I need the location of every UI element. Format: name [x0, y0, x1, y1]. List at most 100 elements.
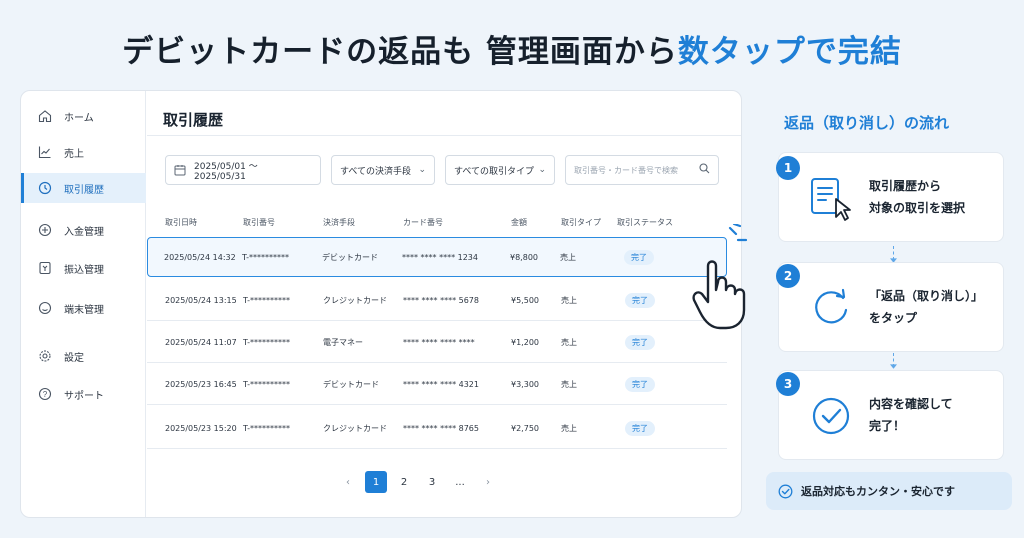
step-card-3: 内容を確認して 完了！: [778, 370, 1004, 460]
headline: デビットカードの返品も 管理画面から数タップで完結: [0, 26, 1024, 71]
step-line: 「返品（取り消し）」: [869, 289, 984, 303]
home-icon: [37, 109, 52, 124]
cell-card: **** **** **** 8765: [403, 424, 479, 433]
cell-type: 売上: [561, 296, 577, 305]
column-header: 取引番号: [243, 218, 275, 227]
step-text: 取引履歴から 対象の取引を選択: [869, 175, 965, 219]
transfer-icon: [37, 261, 52, 276]
step-card-1: 取引履歴から 対象の取引を選択: [778, 152, 1004, 242]
table-row[interactable]: 2025/05/23 16:45 T-********** デビットカード **…: [147, 365, 727, 405]
step-number: 3: [776, 372, 800, 396]
main-content: 取引履歴 2025/05/01 ～ 2025/05/31 すべての決済手段 ⌄ …: [147, 91, 741, 517]
headline-accent: 数タップで完結: [677, 34, 902, 70]
check-circle-icon: [809, 394, 851, 436]
page-button-2[interactable]: 2: [393, 471, 415, 493]
step-number: 1: [776, 156, 800, 180]
prev-page-button[interactable]: ‹: [337, 471, 359, 493]
cell-id: T-**********: [243, 296, 291, 305]
terminal-icon: [37, 301, 52, 316]
check-circle-icon: [778, 484, 793, 499]
document-cursor-icon: [809, 176, 851, 221]
table-row-selected[interactable]: 2025/05/24 14:32 T-********** デビットカード **…: [147, 237, 727, 277]
status-badge: 完了: [624, 249, 654, 265]
page-title: 取引履歴: [163, 111, 224, 129]
search-icon: [699, 163, 710, 177]
table-row[interactable]: 2025/05/24 11:07 T-********** 電子マネー ****…: [147, 323, 727, 363]
arrow-down-icon: [890, 364, 897, 369]
cell-amount: ¥1,200: [511, 338, 539, 347]
payment-method-value: すべての決済手段: [340, 166, 412, 177]
headline-prefix: デビットカードの返品も 管理画面から: [122, 34, 678, 70]
cell-datetime: 2025/05/23 16:45: [165, 380, 237, 389]
history-icon: [37, 181, 52, 196]
cell-amount: ¥3,300: [511, 380, 539, 389]
step-line: 完了！: [869, 419, 906, 433]
cell-amount: ¥2,750: [511, 424, 539, 433]
step-number: 2: [776, 264, 800, 288]
cell-id: T-**********: [243, 380, 291, 389]
sidebar-item-support[interactable]: ? サポート: [21, 379, 146, 409]
cell-datetime: 2025/05/23 15:20: [165, 424, 237, 433]
transaction-type-value: すべての取引タイプ: [454, 166, 535, 177]
search-placeholder: 取引番号・カード番号で検索: [574, 165, 678, 175]
column-header: 取引日時: [165, 218, 197, 227]
chart-line-icon: [37, 145, 52, 160]
sidebar-item-home[interactable]: ホーム: [21, 101, 146, 131]
sidebar-item-label: 入金管理: [64, 226, 104, 238]
status-badge: 完了: [625, 421, 655, 436]
sidebar-item-label: サポート: [64, 390, 104, 402]
cell-id: T-**********: [243, 424, 291, 433]
chevron-down-icon: ⌄: [418, 165, 426, 175]
search-input[interactable]: 取引番号・カード番号で検索: [565, 155, 719, 185]
sidebar: ホーム 売上 取引履歴 入金管理 振込管理 端末管理 設定 ? サポート: [21, 91, 146, 517]
page-button-1[interactable]: 1: [365, 471, 387, 493]
cell-id: T-**********: [242, 252, 290, 262]
step-card-2: 「返品（取り消し）」 をタップ: [778, 262, 1004, 352]
gear-icon: [37, 349, 52, 364]
pagination: ‹ 1 2 3 ... ›: [337, 471, 505, 493]
help-icon: ?: [37, 387, 52, 402]
sidebar-item-label: ホーム: [64, 112, 94, 124]
transaction-type-select[interactable]: すべての取引タイプ ⌄: [445, 155, 555, 185]
payment-method-select[interactable]: すべての決済手段 ⌄: [331, 155, 435, 185]
sidebar-item-label: 振込管理: [64, 264, 104, 276]
cell-amount: ¥5,500: [511, 296, 539, 305]
page-ellipsis: ...: [455, 476, 465, 488]
date-range-filter[interactable]: 2025/05/01 ～ 2025/05/31: [165, 155, 321, 185]
sidebar-item-settings[interactable]: 設定: [21, 341, 146, 371]
reassurance-banner: 返品対応もカンタン・安心です: [766, 472, 1012, 510]
sidebar-item-history[interactable]: 取引履歴: [21, 173, 146, 203]
column-header: 金額: [511, 218, 527, 227]
cell-id: T-**********: [243, 338, 291, 347]
sidebar-item-label: 端末管理: [64, 304, 104, 316]
step-line: 対象の取引を選択: [869, 201, 966, 215]
sidebar-item-deposit[interactable]: 入金管理: [21, 215, 146, 245]
step-text: 内容を確認して 完了！: [869, 393, 953, 437]
calendar-icon: [174, 164, 186, 176]
cell-datetime: 2025/05/24 11:07: [165, 338, 237, 347]
cell-method: クレジットカード: [323, 424, 387, 433]
step-line: 内容を確認して: [869, 397, 953, 411]
sidebar-item-sales[interactable]: 売上: [21, 137, 146, 167]
table-row[interactable]: 2025/05/24 13:15 T-********** クレジットカード *…: [147, 281, 727, 321]
cell-card: **** **** **** ****: [403, 338, 475, 347]
next-page-button[interactable]: ›: [477, 471, 499, 493]
title-divider: [147, 135, 741, 136]
sidebar-item-transfer[interactable]: 振込管理: [21, 253, 146, 283]
cell-type: 売上: [561, 424, 577, 433]
cell-card: **** **** **** 1234: [402, 252, 478, 262]
cell-method: 電子マネー: [323, 338, 363, 347]
table-row[interactable]: 2025/05/23 15:20 T-********** クレジットカード *…: [147, 409, 727, 449]
tap-hand-icon: [690, 222, 756, 338]
cell-method: デビットカード: [322, 252, 378, 262]
cell-datetime: 2025/05/24 14:32: [164, 252, 236, 262]
column-header: カード番号: [403, 218, 443, 227]
step-line: 取引履歴から: [869, 179, 942, 193]
page-button-3[interactable]: 3: [421, 471, 443, 493]
column-header: 取引タイプ: [561, 218, 601, 227]
sidebar-item-terminal[interactable]: 端末管理: [21, 293, 146, 323]
status-badge: 完了: [625, 377, 655, 392]
svg-text:?: ?: [42, 390, 47, 399]
sidebar-item-label: 設定: [64, 352, 84, 364]
status-badge: 完了: [625, 335, 655, 350]
